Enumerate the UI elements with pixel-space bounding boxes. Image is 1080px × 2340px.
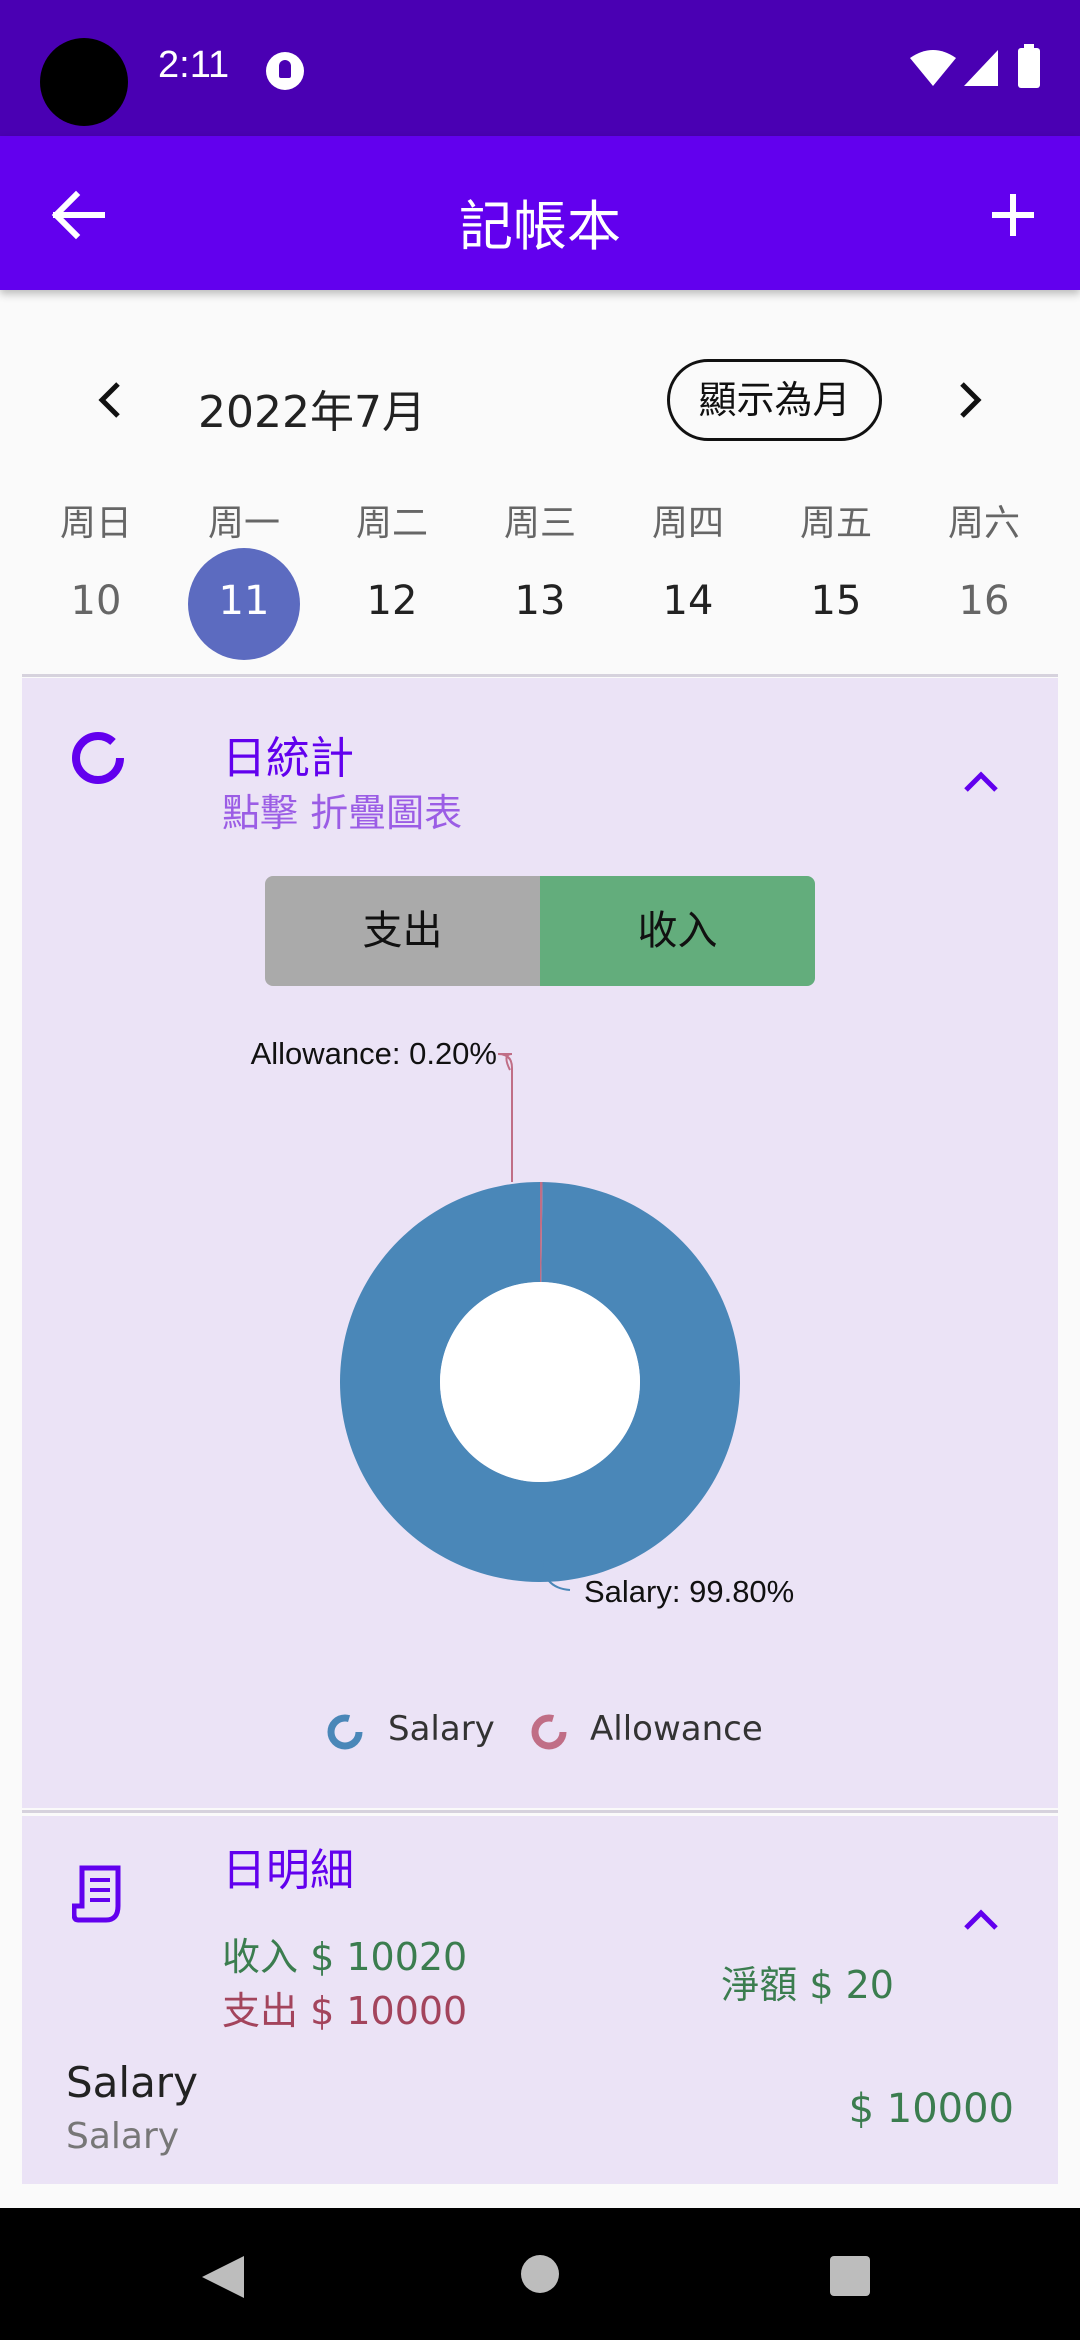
donut-chart-icon [72, 732, 124, 784]
signal-icon [964, 50, 998, 86]
nav-back-button[interactable] [196, 2252, 250, 2302]
battery-icon [1018, 48, 1040, 88]
day-cell-selected[interactable]: 11 [170, 578, 318, 624]
add-button[interactable] [976, 178, 1050, 252]
day-cell[interactable]: 14 [614, 578, 762, 624]
chevron-left-icon [98, 382, 120, 418]
chevron-right-icon [960, 382, 982, 418]
app-bar: 記帳本 [0, 136, 1080, 290]
nav-recents-button[interactable] [828, 2254, 872, 2298]
status-icons [910, 44, 1040, 88]
divider [22, 674, 1058, 677]
receipt-icon [72, 1865, 121, 1923]
status-time: 2:11 [158, 44, 230, 86]
weekday-label: 周二 [355, 503, 428, 544]
app-notification-icon [266, 52, 304, 90]
day-cell[interactable]: 12 [318, 578, 466, 624]
weekday-label: 周六 [947, 503, 1020, 544]
prev-week-button[interactable] [86, 372, 136, 428]
daily-stats-card[interactable]: 日統計 點擊 折疊圖表 支出 收入 Allowance: 0.20% Salar… [22, 678, 1058, 1808]
system-nav-bar [0, 2208, 1080, 2340]
allowance-leader-line [497, 1053, 513, 1182]
triangle-back-icon [202, 2256, 244, 2298]
weekday-label: 周一 [207, 503, 280, 544]
legend-allowance-label: Allowance [590, 1709, 763, 1749]
weekday-label: 周三 [503, 503, 576, 544]
entry-title[interactable]: Salary [66, 2058, 198, 2107]
expense-total: 支出 $ 10000 [222, 1989, 468, 2033]
allowance-legend-icon [531, 1714, 567, 1750]
entry-amount: $ 10000 [848, 2086, 1014, 2132]
divider [22, 1810, 1058, 1813]
camera-cutout [40, 38, 128, 126]
weekday-label: 周五 [799, 503, 872, 544]
day-cell[interactable]: 15 [762, 578, 910, 624]
chart-slices [339, 1182, 740, 1582]
daily-detail-card[interactable]: 日明細 收入 $ 10020 支出 $ 10000 淨額 $ 20 Salary… [22, 1816, 1058, 2184]
wifi-icon [910, 50, 956, 86]
chevron-up-icon[interactable] [956, 1900, 1006, 1940]
month-label: 2022年7月 [198, 387, 426, 438]
next-week-button[interactable] [944, 372, 994, 428]
income-total: 收入 $ 10020 [222, 1935, 468, 1979]
entry-category: Salary [66, 2116, 180, 2157]
day-cell[interactable]: 13 [466, 578, 614, 624]
stats-title: 日統計 [222, 733, 354, 784]
show-as-month-button[interactable]: 顯示為月 [667, 359, 882, 441]
weekday-label: 周四 [651, 503, 724, 544]
expense-segment-button[interactable]: 支出 [265, 876, 540, 986]
donut-hole [440, 1282, 640, 1482]
legend-salary-label: Salary [388, 1709, 495, 1749]
net-total: 淨額 $ 20 [721, 1963, 894, 2007]
page-title: 記帳本 [459, 195, 621, 258]
circle-home-icon [521, 2255, 559, 2293]
status-bar: 2:11 [0, 0, 1080, 136]
income-donut-chart: Allowance: 0.20% Salary: 99.80% [251, 1036, 795, 1609]
salary-legend-icon [327, 1714, 363, 1750]
chevron-up-icon[interactable] [956, 762, 1006, 802]
stats-subtitle: 點擊 折疊圖表 [222, 791, 463, 835]
income-segment-button[interactable]: 收入 [540, 876, 815, 986]
day-cell[interactable]: 16 [910, 578, 1058, 624]
detail-title: 日明細 [222, 1845, 354, 1896]
nav-home-button[interactable] [518, 2252, 562, 2296]
allowance-data-label: Allowance: 0.20% [251, 1036, 497, 1071]
plus-icon [992, 194, 1034, 236]
salary-data-label: Salary: 99.80% [584, 1574, 794, 1609]
day-cell[interactable]: 10 [22, 578, 170, 624]
weekday-label: 周日 [59, 503, 132, 544]
square-recents-icon [830, 2256, 870, 2296]
